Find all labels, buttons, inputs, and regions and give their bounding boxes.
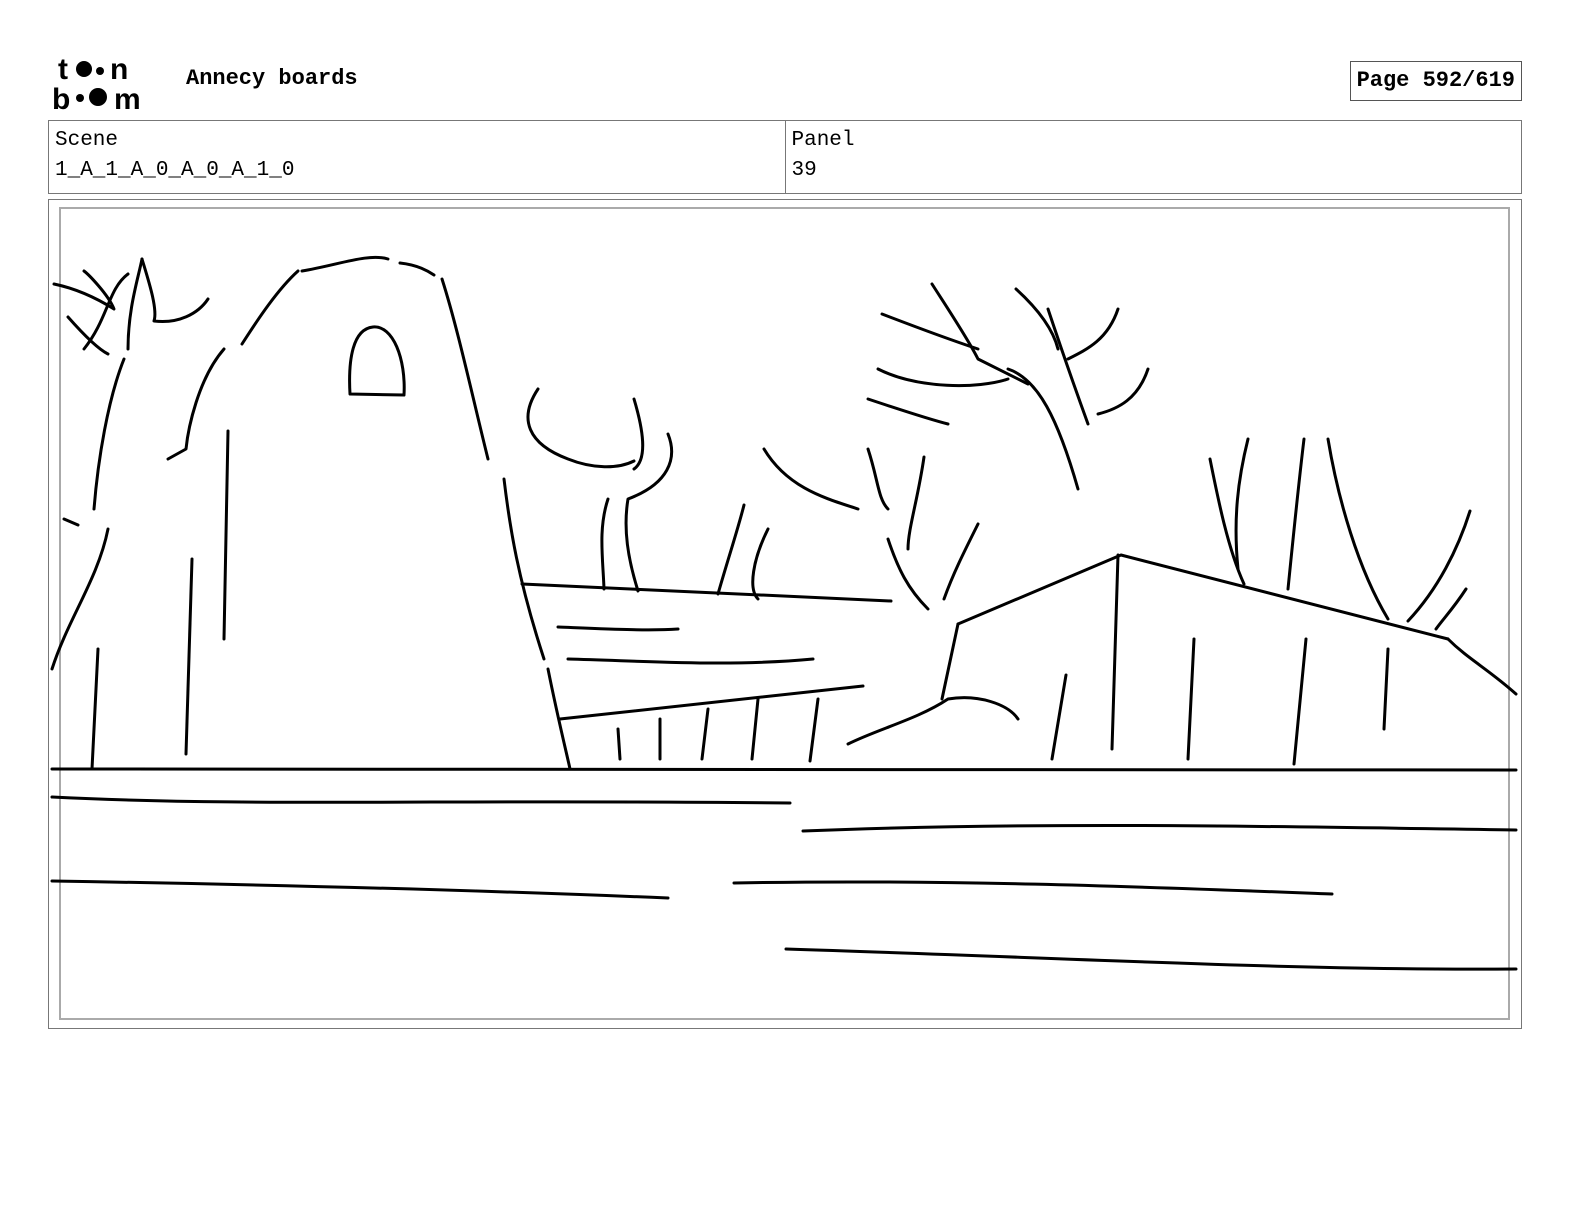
scene-value: 1_A_1_A_0_A_0_A_1_0 (55, 159, 295, 182)
panel-value: 39 (791, 159, 817, 182)
svg-text:b: b (52, 83, 70, 112)
svg-text:m: m (114, 83, 141, 112)
svg-text:t: t (58, 53, 68, 86)
toon-boom-logo: t n b m (52, 53, 141, 112)
storyboard-sketch (50, 255, 1518, 971)
scene-label: Scene (55, 129, 119, 152)
panel-label: Panel (791, 129, 855, 152)
page-number: Page 592/619 (1349, 61, 1522, 101)
scene-cell: Scene 1_A_1_A_0_A_0_A_1_0 (49, 121, 785, 193)
panel-cell: Panel 39 (784, 121, 1522, 193)
document-title: Annecy boards (186, 66, 358, 91)
svg-text:n: n (110, 53, 128, 86)
scene-panel-table: Scene 1_A_1_A_0_A_0_A_1_0 Panel 39 (48, 120, 1522, 194)
